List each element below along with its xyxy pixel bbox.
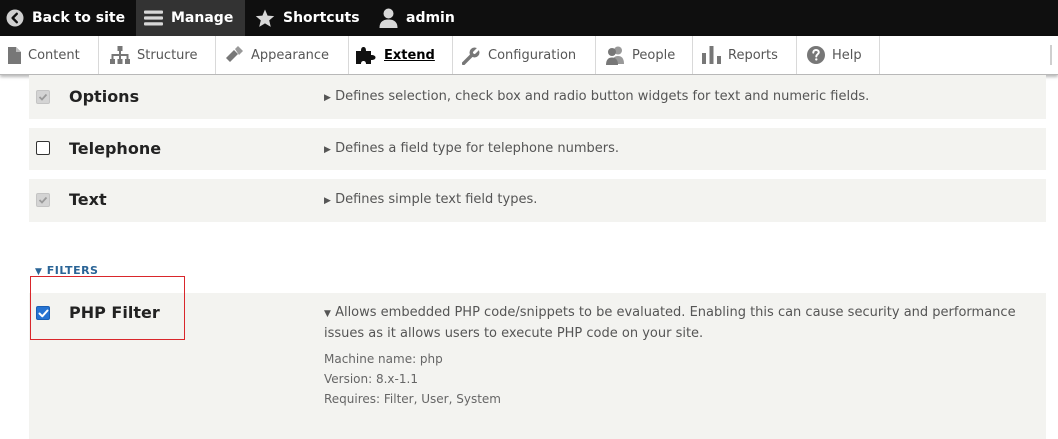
module-description[interactable]: ▶ Defines selection, check box and radio…: [324, 87, 1034, 108]
manage-tab[interactable]: Manage: [136, 0, 245, 36]
tray-item-extend[interactable]: Extend: [349, 36, 453, 74]
user-tab[interactable]: admin: [379, 0, 455, 36]
bar-chart-icon: [702, 46, 721, 64]
module-description[interactable]: ▼ Allows embedded PHP code/snippets to b…: [324, 303, 1034, 409]
tray-item-content[interactable]: Content: [0, 36, 99, 74]
module-machine-name: Machine name: php: [324, 352, 443, 366]
help-icon: [807, 46, 825, 64]
admin-tray: Content Structure Appearance Extend Conf…: [0, 36, 1058, 75]
shortcuts-tab[interactable]: Shortcuts: [255, 0, 360, 36]
module-row-text: Text ▶ Defines simple text field types.: [29, 179, 1046, 222]
sitemap-icon: [110, 46, 130, 64]
chevron-left-circle-icon: [6, 9, 24, 27]
expand-triangle-icon: ▶: [324, 145, 331, 155]
tray-item-configuration[interactable]: Configuration: [453, 36, 596, 74]
module-name: Text: [69, 190, 107, 209]
module-description[interactable]: ▶ Defines a field type for telephone num…: [324, 139, 1034, 160]
module-description-text: Defines simple text field types.: [335, 192, 538, 207]
highlight-box: [30, 276, 185, 340]
tray-item-help[interactable]: Help: [797, 36, 880, 74]
tray-item-appearance[interactable]: Appearance: [216, 36, 349, 74]
admin-toolbar: Back to site Manage Shortcuts admin: [0, 0, 1058, 36]
hamburger-menu-icon: [144, 9, 163, 27]
tray-item-label: Reports: [728, 47, 778, 63]
module-name: Telephone: [69, 139, 162, 158]
module-version: Version: 8.x-1.1: [324, 372, 418, 386]
module-name: Options: [69, 87, 140, 106]
module-checkbox-options: [36, 90, 50, 104]
module-row-options: Options ▶ Defines selection, check box a…: [29, 75, 1046, 119]
module-checkbox-text: [36, 193, 50, 207]
people-icon: [605, 46, 625, 65]
back-to-site-link[interactable]: Back to site: [6, 0, 125, 36]
module-row-telephone: Telephone ▶ Defines a field type for tel…: [29, 128, 1046, 170]
tray-item-people[interactable]: People: [596, 36, 693, 74]
tray-item-label: Content: [28, 47, 80, 63]
expand-triangle-icon: ▶: [324, 93, 331, 103]
module-checkbox-telephone[interactable]: [36, 141, 50, 155]
user-icon: [379, 8, 398, 28]
paintbrush-icon: [225, 46, 244, 64]
manage-label: Manage: [171, 10, 234, 26]
module-requires: Requires: Filter, User, System: [324, 392, 501, 406]
tray-item-label: Extend: [384, 47, 435, 63]
shortcuts-label: Shortcuts: [283, 10, 360, 26]
file-icon: [8, 46, 21, 64]
module-description-text: Allows embedded PHP code/snippets to be …: [324, 305, 1016, 341]
back-to-site-label: Back to site: [32, 10, 126, 26]
module-description-text: Defines a field type for telephone numbe…: [335, 141, 620, 156]
tray-item-label: Structure: [137, 47, 198, 63]
tray-item-reports[interactable]: Reports: [693, 36, 797, 74]
collapse-triangle-icon: ▼: [324, 309, 331, 319]
tray-item-label: People: [632, 47, 676, 63]
user-label: admin: [406, 10, 455, 26]
tray-orientation-toggle[interactable]: [1050, 45, 1052, 65]
tray-item-label: Appearance: [251, 47, 330, 63]
module-description-text: Defines selection, check box and radio b…: [335, 89, 870, 104]
expand-triangle-icon: ▶: [324, 196, 331, 206]
star-icon: [255, 9, 275, 28]
tray-item-label: Help: [832, 47, 862, 63]
tray-item-label: Configuration: [488, 47, 577, 63]
puzzle-icon: [356, 46, 377, 65]
tray-item-structure[interactable]: Structure: [99, 36, 216, 74]
module-description[interactable]: ▶ Defines simple text field types.: [324, 190, 1034, 211]
wrench-icon: [462, 46, 481, 65]
